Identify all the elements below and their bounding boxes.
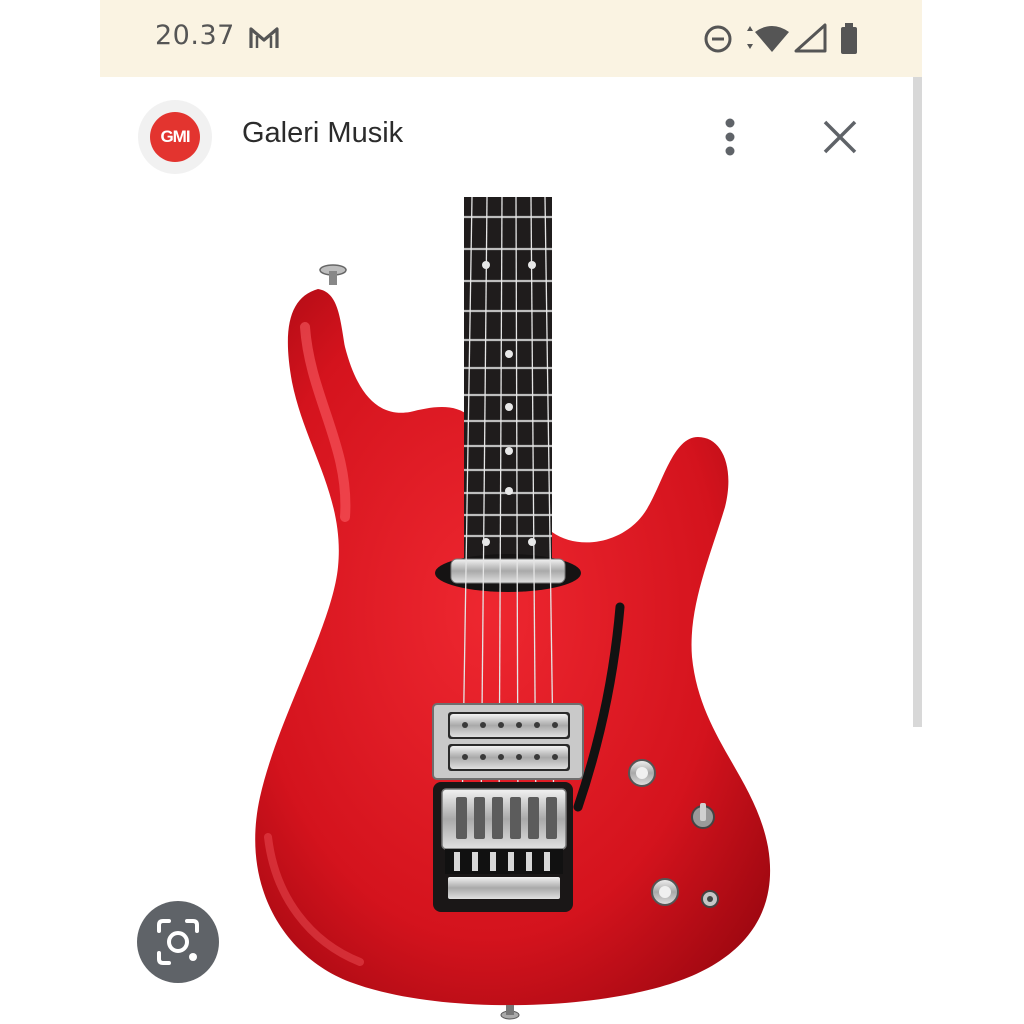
lens-search-button[interactable] — [137, 901, 219, 983]
logo-text: GMI — [150, 112, 200, 162]
app-screen: 20.37 GMI Galeri Musik — [100, 0, 922, 1024]
site-logo[interactable]: GMI — [138, 100, 212, 174]
scrollbar[interactable] — [913, 77, 922, 727]
status-time: 20.37 — [155, 20, 235, 51]
neck-pickup — [450, 558, 566, 584]
status-bar: 20.37 — [100, 0, 922, 77]
more-options-button[interactable] — [712, 115, 748, 159]
gmail-icon — [248, 25, 280, 55]
close-icon — [823, 120, 857, 154]
signal-icon — [793, 22, 829, 58]
more-vertical-icon — [725, 118, 735, 156]
do-not-disturb-icon — [702, 22, 734, 58]
app-header: GMI Galeri Musik — [100, 77, 922, 197]
battery-icon — [837, 22, 861, 60]
lens-search-icon — [157, 919, 199, 965]
close-button[interactable] — [815, 115, 865, 159]
guitar-image[interactable] — [100, 196, 922, 1024]
site-title: Galeri Musik — [242, 117, 404, 149]
wifi-icon — [743, 22, 791, 58]
